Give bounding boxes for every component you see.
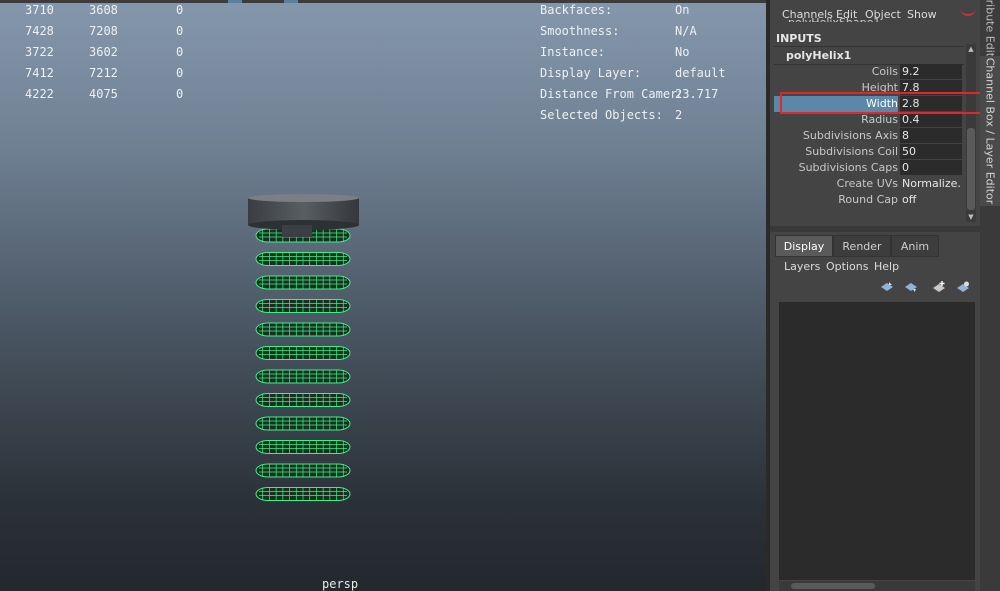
attr-label[interactable]: Subdivisions Caps	[799, 161, 898, 174]
hud-stat-cell: 3710	[25, 3, 54, 17]
attr-value-field[interactable]: 8	[900, 128, 962, 143]
input-node-name[interactable]: polyHelix1	[786, 49, 851, 62]
coil-ring	[255, 322, 351, 337]
side-tab-strip: Attribute Editor Channel Box / Layer Edi…	[980, 0, 1000, 591]
layer-list[interactable]	[779, 302, 975, 580]
move-layer-up-icon[interactable]	[880, 281, 894, 293]
shape-node-name[interactable]: polyHelixShape1	[788, 16, 880, 22]
attr-label[interactable]: Subdivisions Coil	[805, 145, 898, 158]
coil-ring	[255, 369, 351, 384]
hud-stat-cell: 7428	[25, 24, 54, 38]
attr-row-subdivisions-axis[interactable]: Subdivisions Axis 8	[774, 128, 964, 144]
hud-info-label: Smoothness:	[540, 24, 620, 38]
inputs-header: INPUTS	[776, 32, 822, 45]
attr-label[interactable]: Create UVs	[837, 177, 898, 190]
hud-info-value: N/A	[675, 24, 697, 38]
coil-ring	[255, 299, 351, 313]
coil-ring	[255, 275, 351, 290]
hud-stat-cell: 7212	[89, 66, 118, 80]
scrollbar-thumb[interactable]	[967, 128, 975, 210]
hud-stat-cell: 0	[176, 87, 184, 101]
tab-attribute-editor[interactable]: Attribute Editor	[980, 0, 1000, 68]
hud-stat-cell: 4222	[25, 87, 54, 101]
hud-stat-cell: 7412	[25, 66, 54, 80]
scroll-down-icon[interactable]: ▼	[966, 212, 976, 222]
panel-divider[interactable]	[770, 226, 980, 232]
hud-info-value: default	[675, 66, 726, 80]
attr-row-round-cap[interactable]: Round Cap off	[774, 192, 964, 208]
spring-coils	[255, 228, 351, 501]
coil-ring	[255, 487, 351, 501]
channel-box-scrollbar[interactable]: ▲ ▼	[966, 44, 976, 222]
attr-value-field[interactable]: 50	[900, 144, 962, 159]
tab-anim[interactable]: Anim	[891, 235, 939, 257]
hud-stat-cell: 0	[176, 66, 184, 80]
annotation-highlight-box	[780, 92, 992, 114]
helix-spring-model[interactable]	[230, 185, 370, 525]
attr-row-subdivisions-coil[interactable]: Subdivisions Coil 50	[774, 144, 964, 160]
attr-label[interactable]: Subdivisions Axis	[803, 129, 898, 142]
tab-display[interactable]: Display	[775, 235, 833, 257]
attr-value-field[interactable]: 0.4	[900, 112, 962, 127]
attr-label[interactable]: Round Cap	[838, 193, 898, 206]
coil-ring	[255, 393, 351, 407]
hud-stat-cell: 0	[176, 3, 184, 17]
hud-stat-cell: 3602	[89, 45, 118, 59]
hud-info-label: Distance From Camera:	[540, 87, 680, 101]
attr-value-field[interactable]: off	[900, 192, 962, 207]
new-layer-from-selected-icon[interactable]	[956, 281, 970, 293]
coil-ring	[255, 252, 351, 266]
attr-label[interactable]: Radius	[861, 113, 898, 126]
attr-label[interactable]: Coils	[872, 65, 898, 78]
attr-row-coils[interactable]: Coils 9.2	[774, 64, 964, 80]
divider	[774, 46, 964, 47]
scroll-up-icon[interactable]: ▲	[966, 44, 976, 54]
attr-row-subdivisions-caps[interactable]: Subdivisions Caps 0	[774, 160, 964, 176]
menu-options[interactable]: Options	[826, 260, 868, 273]
camera-label: persp	[322, 577, 359, 591]
coil-ring	[255, 416, 351, 431]
hud-stat-cell: 4075	[89, 87, 118, 101]
toolbar-icon-fragment	[228, 0, 242, 3]
coil-ring	[255, 463, 351, 478]
hud-info-label: Display Layer:	[540, 66, 642, 80]
attr-value-field[interactable]: 0	[900, 160, 962, 175]
hud-stat-cell: 0	[176, 24, 184, 38]
hud-info-label: Selected Objects:	[540, 108, 663, 122]
hud-info-value: 23.717	[675, 87, 719, 101]
attr-row-create-uvs[interactable]: Create UVs Normalize...	[774, 176, 964, 192]
layer-editor-tabs: Display Render Anim	[775, 235, 975, 257]
toolbar-icon-fragment	[284, 0, 298, 3]
hud-info-value: No	[675, 45, 690, 59]
layer-list-hscrollbar[interactable]	[779, 581, 975, 591]
annotation-mark	[960, 8, 976, 16]
move-layer-down-icon[interactable]	[904, 281, 918, 293]
attr-value-field[interactable]: 9.2	[900, 64, 962, 79]
coil-ring	[255, 440, 351, 454]
scrollbar-thumb[interactable]	[791, 583, 875, 589]
attr-value-field[interactable]: Normalize...	[900, 176, 962, 191]
channel-box-attributes: polyHelixShape1 INPUTS polyHelix1 Coils …	[774, 16, 968, 222]
attr-row-radius[interactable]: Radius 0.4	[774, 112, 964, 128]
hud-info-value: 2	[675, 108, 683, 122]
hud-stat-cell: 0	[176, 45, 184, 59]
hud-info-label: Instance:	[540, 45, 606, 59]
hud-stat-cell: 7208	[89, 24, 118, 38]
new-empty-layer-icon[interactable]	[932, 281, 946, 293]
tab-render[interactable]: Render	[833, 235, 891, 257]
tab-channel-box-layer-editor[interactable]: Channel Box / Layer Editor	[980, 56, 1000, 206]
coil-ring	[255, 346, 351, 360]
hud-stat-cell: 3608	[89, 3, 118, 17]
menu-help[interactable]: Help	[874, 260, 899, 273]
hud-info-label: Backfaces:	[540, 3, 613, 17]
tab-label: Channel Box / Layer Editor	[983, 57, 997, 205]
hud-info-value: On	[675, 3, 690, 17]
perspective-viewport[interactable]: 3710 3608 0 7428 7208 0 3722 3602 0 7412…	[0, 0, 768, 591]
hud-stat-cell: 3722	[25, 45, 54, 59]
menu-layers[interactable]: Layers	[784, 260, 820, 273]
menu-show[interactable]: Show	[907, 8, 937, 21]
